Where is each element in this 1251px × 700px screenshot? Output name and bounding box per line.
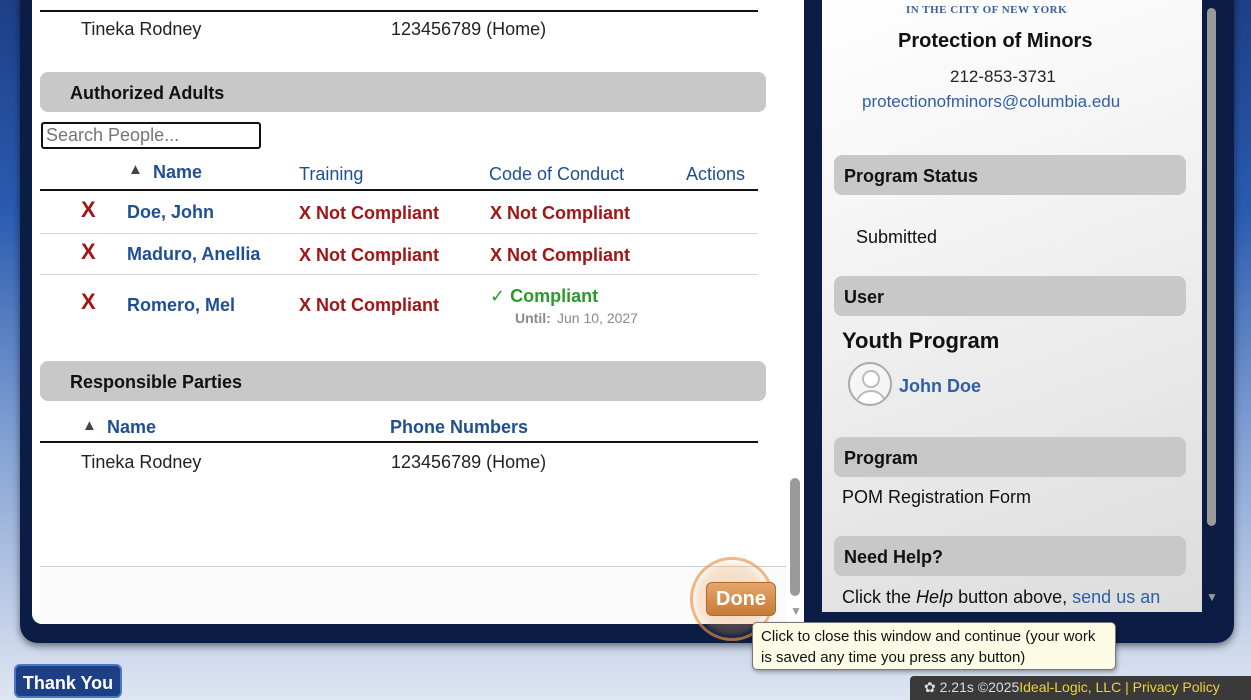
responsible-party-name: Tineka Rodney xyxy=(81,452,202,472)
top-row-name: Tineka Rodney xyxy=(81,19,202,39)
remove-icon[interactable]: X xyxy=(81,239,96,265)
program-status-value: Submitted xyxy=(856,227,938,247)
table-header-rule xyxy=(40,10,758,12)
office-phone: 212-853-3731 xyxy=(950,67,1056,86)
timer-icon: ✿ xyxy=(924,679,936,695)
sidebar-scroll-down-icon[interactable]: ▼ xyxy=(1206,590,1218,604)
column-header-phone-numbers[interactable]: Phone Numbers xyxy=(390,417,528,438)
done-tooltip: Click to close this window and continue … xyxy=(752,622,1116,670)
send-us-link[interactable]: send us an xyxy=(1072,587,1160,607)
conduct-status: X Not Compliant xyxy=(490,245,630,265)
column-header-code-of-conduct[interactable]: Code of Conduct xyxy=(489,164,624,185)
help-text-emphasis: Help xyxy=(916,587,954,607)
privacy-policy-link[interactable]: Privacy Policy xyxy=(1133,679,1220,695)
button-bar xyxy=(40,567,786,624)
need-help-heading: Need Help? xyxy=(834,536,1186,576)
user-name-link[interactable]: John Doe xyxy=(899,376,981,397)
person-link-romero-mel[interactable]: Romero, Mel xyxy=(127,295,235,316)
program-heading: Program xyxy=(834,437,1186,477)
table-header-rule xyxy=(40,189,758,191)
training-status: X Not Compliant xyxy=(299,203,439,223)
person-link-maduro-anellia[interactable]: Maduro, Anellia xyxy=(127,244,260,265)
training-status: X Not Compliant xyxy=(299,295,439,315)
help-text: Click the Help button above, send us an xyxy=(842,587,1160,608)
column-header-name[interactable]: Name xyxy=(107,417,156,438)
main-scrollbar-thumb[interactable] xyxy=(790,478,800,596)
training-status: X Not Compliant xyxy=(299,245,439,265)
search-people-input[interactable] xyxy=(41,122,261,149)
table-header-rule xyxy=(40,441,758,443)
copyright: ©2025 xyxy=(977,679,1020,695)
person-link-doe-john[interactable]: Doe, John xyxy=(127,202,214,223)
top-row-phone: 123456789 (Home) xyxy=(391,19,547,39)
scroll-down-icon[interactable]: ▼ xyxy=(790,604,802,618)
sort-asc-icon[interactable]: ▲ xyxy=(82,417,97,434)
remove-icon[interactable]: X xyxy=(81,289,96,315)
help-text-middle: button above, xyxy=(953,587,1073,607)
until-label: Until: xyxy=(515,310,551,326)
program-name: POM Registration Form xyxy=(842,487,1032,507)
remove-icon[interactable]: X xyxy=(81,197,96,223)
row-divider xyxy=(40,274,758,275)
responsible-party-phone: 123456789 (Home) xyxy=(391,452,547,472)
row-divider xyxy=(40,233,758,234)
render-time: 2.21s xyxy=(939,679,974,695)
column-header-actions: Actions xyxy=(686,164,746,184)
avatar-icon xyxy=(848,362,892,406)
program-status-heading: Program Status xyxy=(834,155,1186,195)
until-date: Jun 10, 2027 xyxy=(557,310,638,326)
office-title: Protection of Minors xyxy=(898,30,1093,52)
conduct-status-compliant: ✓ Compliant xyxy=(490,286,599,306)
office-email-link[interactable]: protectionofminors@columbia.edu xyxy=(862,92,1120,112)
user-heading: User xyxy=(834,276,1186,316)
company-link[interactable]: Ideal-Logic, LLC xyxy=(1019,679,1121,695)
sidebar-scrollbar-thumb[interactable] xyxy=(1207,8,1216,526)
conduct-status: X Not Compliant xyxy=(490,203,630,223)
page-footer: ✿ 2.21s ©2025Ideal-Logic, LLC | Privacy … xyxy=(910,676,1251,700)
org-caption: IN THE CITY OF NEW YORK xyxy=(906,4,1068,16)
thank-you-button[interactable]: Thank You xyxy=(14,664,122,698)
user-program-title: Youth Program xyxy=(842,328,1000,353)
column-header-training[interactable]: Training xyxy=(299,164,363,185)
section-title-responsible-parties: Responsible Parties xyxy=(40,361,766,401)
help-text-prefix: Click the xyxy=(842,587,917,607)
done-button[interactable]: Done xyxy=(706,582,776,616)
section-title-authorized-adults: Authorized Adults xyxy=(40,72,766,112)
column-header-name[interactable]: Name xyxy=(153,162,202,183)
footer-separator: | xyxy=(1125,679,1129,695)
sort-asc-icon[interactable]: ▲ xyxy=(128,161,143,178)
